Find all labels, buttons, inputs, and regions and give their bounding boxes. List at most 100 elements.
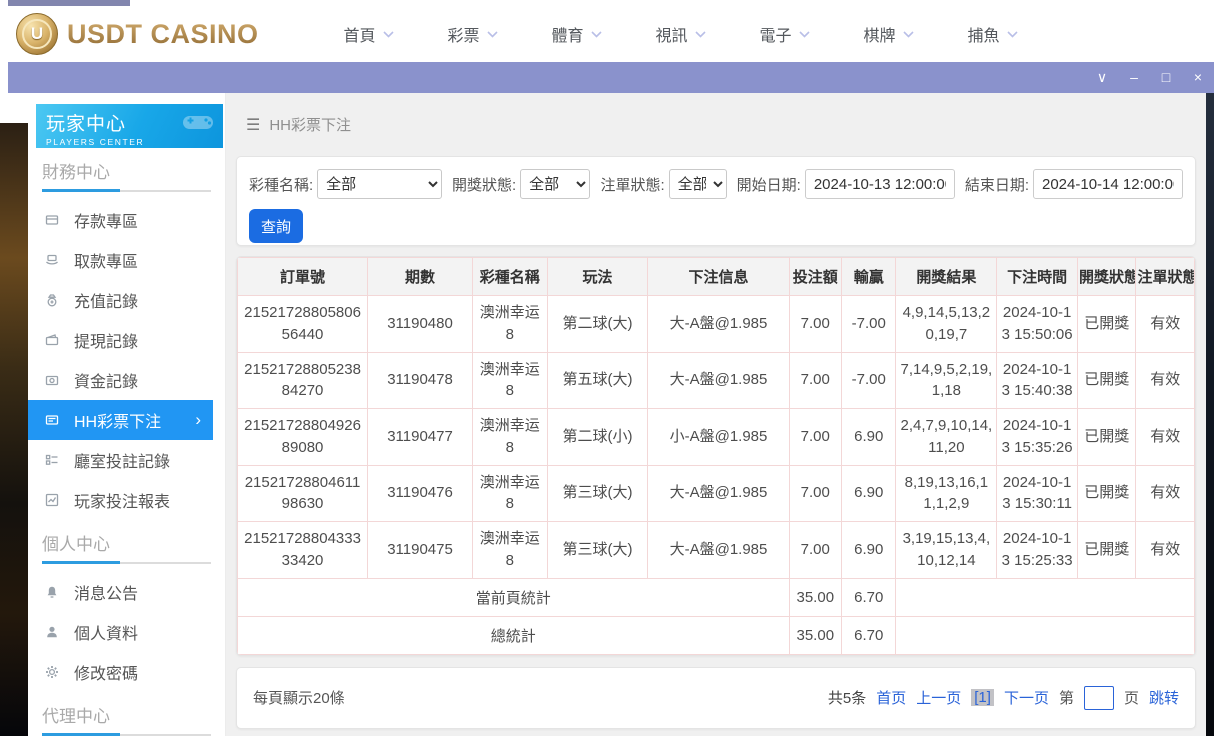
nav-label: 彩票: [448, 22, 480, 46]
end-date-input[interactable]: [1033, 169, 1183, 199]
main-panel: ☰ HH彩票下注 彩種名稱: 全部 開獎狀態: 全部 注單狀態: 全部 開始日期…: [226, 93, 1206, 736]
cell-bet-info: 大-A盤@1.985: [648, 352, 789, 409]
section-label-finance: 財務中心: [42, 162, 211, 184]
col-lottery-name: 彩種名稱: [472, 258, 547, 296]
pagination-bar: 每頁顯示20條 共5条 首页 上一页 [1] 下一页 第 页 跳转: [236, 667, 1196, 729]
report-chart-icon: [44, 492, 60, 508]
cell-order-status: 有效: [1136, 409, 1195, 466]
prev-page-link[interactable]: 上一页: [916, 687, 961, 708]
lottery-name-select[interactable]: 全部: [317, 169, 442, 199]
cell-bet-info: 大-A盤@1.985: [648, 522, 789, 579]
sidebar-item-deposit[interactable]: 存款專區: [28, 200, 225, 240]
sidebar-item-room-bet-record[interactable]: 廳室投註記錄: [28, 440, 225, 480]
first-page-link[interactable]: 首页: [876, 687, 906, 708]
players-center-banner: 玩家中心 PLAYERS CENTER: [36, 104, 223, 148]
deposit-card-icon: [44, 212, 60, 228]
cell-bet-time: 2024-10-13 15:30:11: [997, 465, 1078, 522]
nav-item-fishing[interactable]: 捕魚: [941, 22, 1045, 46]
lottery-name-label: 彩種名稱:: [249, 174, 313, 195]
cell-winloss: 6.90: [842, 522, 896, 579]
nav-item-cards[interactable]: 棋牌: [837, 22, 941, 46]
cell-lottery-name: 澳洲幸运8: [472, 409, 547, 466]
page-jump-input[interactable]: [1084, 686, 1114, 710]
close-icon[interactable]: ×: [1182, 62, 1214, 93]
cell-draw-result: 3,19,15,13,4,10,12,14: [896, 522, 997, 579]
chevron-down-icon: [591, 31, 602, 38]
cell-draw-status: 已開獎: [1077, 409, 1135, 466]
maximize-icon[interactable]: □: [1150, 62, 1182, 93]
sidebar-item-hh-lottery-bets[interactable]: HH彩票下注 ›: [28, 400, 213, 440]
sidebar-item-label: 資金記錄: [74, 368, 138, 392]
page-size-text: 每頁顯示20條: [253, 687, 345, 708]
bets-table-card: 訂單號 期數 彩種名稱 玩法 下注信息 投注額 輸贏 開獎結果 下注時間 開獎狀…: [236, 256, 1196, 656]
cell-lottery-name: 澳洲幸运8: [472, 465, 547, 522]
chevron-down-icon: [903, 31, 914, 38]
search-button[interactable]: 查詢: [249, 209, 303, 243]
col-draw-status: 開獎狀態: [1077, 258, 1135, 296]
sidebar-item-label: 玩家投注報表: [74, 488, 170, 512]
bets-table: 訂單號 期數 彩種名稱 玩法 下注信息 投注額 輸贏 開獎結果 下注時間 開獎狀…: [237, 257, 1195, 655]
pager: 共5条 首页 上一页 [1] 下一页 第 页 跳转: [828, 686, 1179, 710]
nav-item-slots[interactable]: 電子: [733, 22, 837, 46]
nav-label: 首頁: [344, 22, 376, 46]
table-row: 2152172880580656440 31190480 澳洲幸运8 第二球(大…: [238, 296, 1195, 353]
cell-play-type: 第二球(大): [547, 296, 648, 353]
sidebar-item-player-report[interactable]: 玩家投注報表: [28, 480, 225, 520]
start-date-input[interactable]: [805, 169, 955, 199]
top-nav: 首頁 彩票 體育 視訊 電子 棋牌: [317, 22, 1045, 46]
site-header: U USDT CASINO 首頁 彩票 體育 視訊 電子: [0, 6, 1214, 62]
brand-logo[interactable]: U USDT CASINO: [16, 13, 259, 55]
draw-status-select[interactable]: 全部: [520, 169, 590, 199]
cell-bet-time: 2024-10-13 15:40:38: [997, 352, 1078, 409]
cell-issue: 31190475: [368, 522, 473, 579]
sidebar-item-withdraw[interactable]: 取款專區: [28, 240, 225, 280]
sidebar-item-funds-record[interactable]: 資金記錄: [28, 360, 225, 400]
cell-order-no: 2152172880580656440: [238, 296, 368, 353]
sidebar-item-change-password[interactable]: 修改密碼: [28, 652, 225, 692]
sidebar-item-recharge-record[interactable]: 充值記錄: [28, 280, 225, 320]
summary-empty-cell: [896, 616, 1195, 654]
cell-draw-result: 2,4,7,9,10,14,11,20: [896, 409, 997, 466]
jump-link[interactable]: 跳转: [1149, 687, 1179, 708]
cell-order-no: 2152172880492689080: [238, 409, 368, 466]
cell-issue: 31190476: [368, 465, 473, 522]
hamburger-icon[interactable]: ☰: [246, 115, 260, 135]
nav-label: 視訊: [656, 22, 688, 46]
sidebar-item-label: 充值記錄: [74, 288, 138, 312]
window-dropdown-icon[interactable]: ∨: [1086, 62, 1118, 93]
cell-winloss: -7.00: [842, 352, 896, 409]
order-status-select[interactable]: 全部: [669, 169, 727, 199]
page-summary-row: 當前頁統計 35.00 6.70: [238, 578, 1195, 616]
start-date-label: 開始日期:: [737, 174, 801, 195]
col-bet-time: 下注時間: [997, 258, 1078, 296]
chevron-down-icon: [695, 31, 706, 38]
cell-order-no: 2152172880433333420: [238, 522, 368, 579]
sidebar-item-notices[interactable]: 消息公告: [28, 572, 225, 612]
nav-item-sports[interactable]: 體育: [525, 22, 629, 46]
table-row: 2152172880492689080 31190477 澳洲幸运8 第二球(小…: [238, 409, 1195, 466]
cell-bet-amount: 7.00: [789, 409, 841, 466]
col-draw-result: 開獎結果: [896, 258, 997, 296]
next-page-link[interactable]: 下一页: [1004, 687, 1049, 708]
cell-lottery-name: 澳洲幸运8: [472, 296, 547, 353]
total-count-text: 共5条: [828, 687, 866, 708]
nav-item-video[interactable]: 視訊: [629, 22, 733, 46]
total-summary-row: 總統計 35.00 6.70: [238, 616, 1195, 654]
minimize-icon[interactable]: –: [1118, 62, 1150, 93]
nav-item-lottery[interactable]: 彩票: [421, 22, 525, 46]
gear-icon: [44, 664, 60, 680]
cell-bet-amount: 7.00: [789, 296, 841, 353]
sidebar-item-withdrawal-record[interactable]: 提現記錄: [28, 320, 225, 360]
summary-empty-cell: [896, 578, 1195, 616]
money-bag-icon: [44, 292, 60, 308]
cell-order-status: 有效: [1136, 352, 1195, 409]
background-photo-right: [1206, 93, 1214, 736]
withdraw-hand-icon: [44, 252, 60, 268]
sidebar-item-label: 取款專區: [74, 248, 138, 272]
cell-bet-info: 大-A盤@1.985: [648, 465, 789, 522]
chevron-down-icon: [383, 31, 394, 38]
nav-item-home[interactable]: 首頁: [317, 22, 421, 46]
sidebar-item-profile[interactable]: 個人資料: [28, 612, 225, 652]
user-icon: [44, 624, 60, 640]
end-date-label: 結束日期:: [965, 174, 1029, 195]
